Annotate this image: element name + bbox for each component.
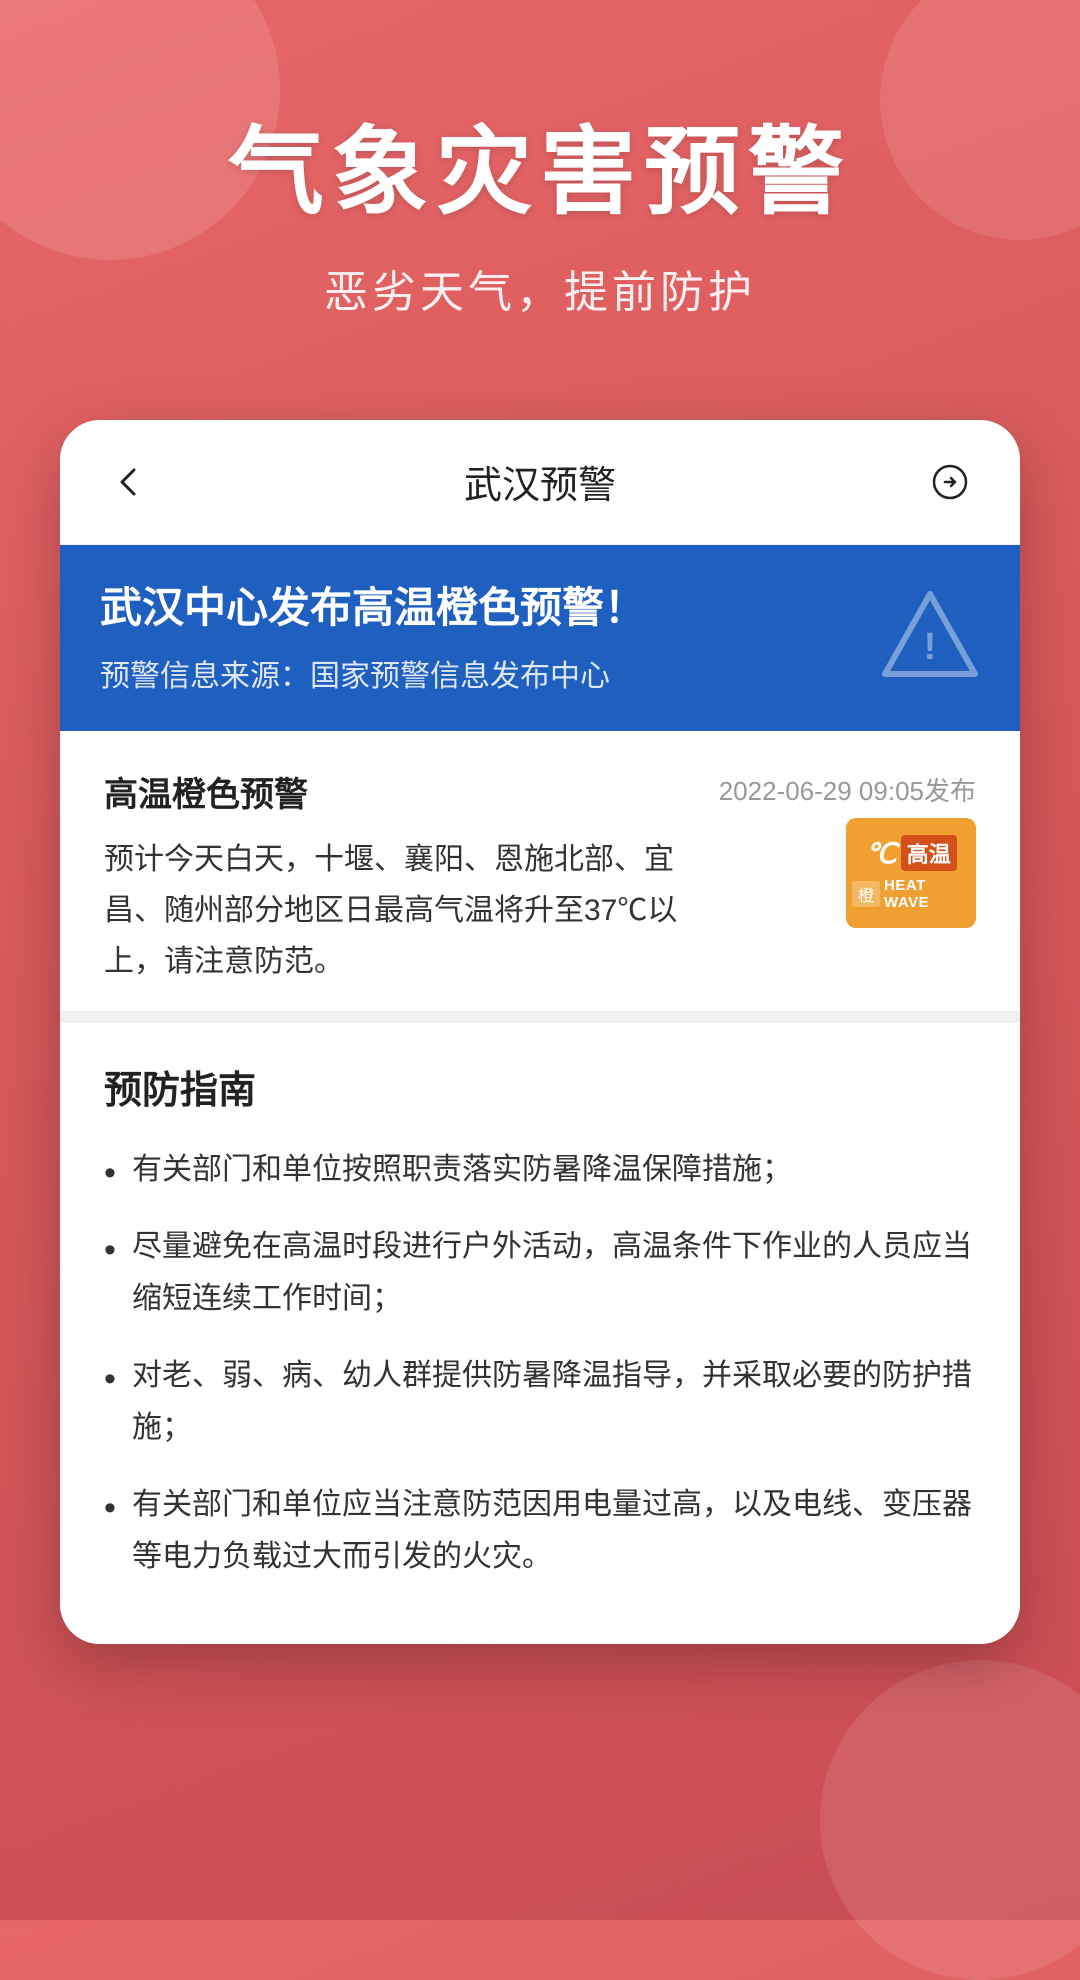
section-divider: [60, 1011, 1020, 1023]
warning-icon: !: [880, 589, 980, 684]
alert-description: 预计今天白天，十堰、襄阳、恩施北部、宜昌、随州部分地区日最高气温将升至37℃以上…: [104, 834, 699, 987]
alert-banner-text: 武汉中心发布高温橙色预警！ 预警信息来源：国家预警信息发布中心: [100, 581, 860, 696]
badge-high-temp-label: 高温: [901, 835, 957, 871]
svg-text:!: !: [924, 626, 937, 668]
alert-info-row: 高温橙色预警 预计今天白天，十堰、襄阳、恩施北部、宜昌、随州部分地区日最高气温将…: [104, 767, 976, 987]
content-area: 高温橙色预警 预计今天白天，十堰、襄阳、恩施北部、宜昌、随州部分地区日最高气温将…: [60, 731, 1020, 1644]
topbar-title: 武汉预警: [464, 454, 616, 509]
guide-list: 有关部门和单位按照职责落实防暑降温保障措施； 尽量避免在高温时段进行户外活动，高…: [104, 1144, 976, 1584]
list-item: 有关部门和单位按照职责落实防暑降温保障措施；: [104, 1144, 976, 1197]
list-item: 对老、弱、病、幼人群提供防暑降温指导，并采取必要的防护措施；: [104, 1350, 976, 1455]
list-item: 尽量避免在高温时段进行户外活动，高温条件下作业的人员应当缩短连续工作时间；: [104, 1221, 976, 1326]
list-item: 有关部门和单位应当注意防范因用电量过高，以及电线、变压器等电力负载过大而引发的火…: [104, 1479, 976, 1584]
card-container: 武汉预警 武汉中心发布高温橙色预警！ 预警信息来源：国家预警信息发布中心 ! 高…: [60, 420, 1020, 1644]
sub-title: 恶劣天气，提前防护: [80, 256, 1000, 320]
guide-section: 预防指南 有关部门和单位按照职责落实防暑降温保障措施； 尽量避免在高温时段进行户…: [104, 1023, 976, 1584]
badge-top-row: ℃ 高温: [865, 835, 956, 871]
alert-banner-source: 预警信息来源：国家预警信息发布中心: [100, 651, 860, 695]
deco-circle-bottom-right: [820, 1660, 1080, 1980]
badge-heatwave-label: HEAT WAVE: [884, 877, 970, 911]
share-button[interactable]: [920, 452, 980, 512]
badge-level-label: 橙: [852, 881, 880, 907]
heatwave-badge: ℃ 高温 橙 HEAT WAVE: [846, 818, 976, 928]
back-button[interactable]: [100, 452, 160, 512]
badge-celsius: ℃: [865, 837, 896, 870]
alert-banner-title: 武汉中心发布高温橙色预警！: [100, 581, 860, 636]
alert-type: 高温橙色预警: [104, 767, 699, 816]
main-title: 气象灾害预警: [80, 120, 1000, 226]
alert-timestamp: 2022-06-29 09:05发布: [719, 771, 976, 808]
header-section: 气象灾害预警 恶劣天气，提前防护: [0, 0, 1080, 380]
alert-banner: 武汉中心发布高温橙色预警！ 预警信息来源：国家预警信息发布中心 !: [60, 545, 1020, 732]
card-topbar: 武汉预警: [60, 420, 1020, 545]
guide-title: 预防指南: [104, 1059, 976, 1114]
alert-info-left: 高温橙色预警 预计今天白天，十堰、襄阳、恩施北部、宜昌、随州部分地区日最高气温将…: [104, 767, 699, 987]
